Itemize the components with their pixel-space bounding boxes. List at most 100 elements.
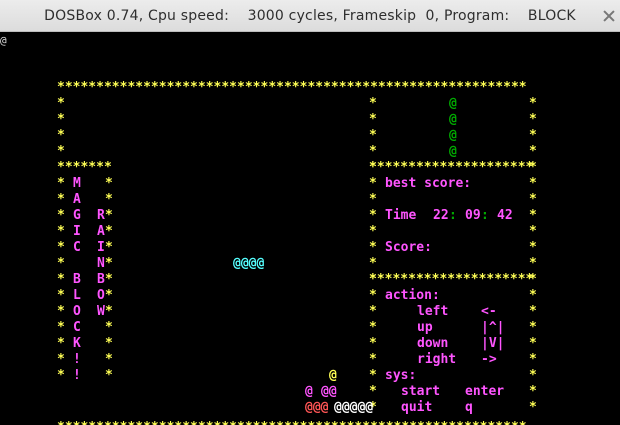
playfield-right-wall: *: [369, 336, 377, 351]
title-letter: C: [73, 240, 81, 255]
control-key: |^|: [481, 320, 505, 335]
title-panel-left: *: [57, 320, 65, 335]
title-letter: !: [73, 368, 81, 383]
close-icon[interactable]: [602, 9, 616, 23]
border-right: *: [529, 320, 537, 335]
title-panel-left: *: [57, 224, 65, 239]
control-key: ->: [481, 352, 497, 367]
stack-block: @@@@@: [334, 400, 374, 415]
playfield-right-wall: *: [369, 256, 377, 271]
playfield-right-wall: *: [369, 192, 377, 207]
control-action: down: [417, 336, 449, 351]
title-letter: W: [97, 304, 105, 319]
score-label: Score:: [385, 240, 432, 255]
title-panel-right: *: [105, 224, 113, 239]
playfield-right-wall: *: [369, 352, 377, 367]
title-letter: M: [73, 176, 81, 191]
border-right: *: [529, 208, 537, 223]
title-panel-right: *: [105, 336, 113, 351]
title-panel-left: *: [57, 288, 65, 303]
title-panel-left: *: [57, 256, 65, 271]
title-letter: R: [97, 208, 105, 223]
playfield-right-wall: *: [369, 144, 377, 159]
window-title: DOSBox 0.74, Cpu speed: 3000 cycles, Fra…: [44, 8, 576, 24]
playfield-right-wall: *: [369, 128, 377, 143]
playfield-right-wall: *: [369, 368, 377, 383]
time-hours: 22: [433, 208, 449, 223]
next-piece-block: @: [449, 96, 457, 111]
prompt-cursor: @: [0, 34, 7, 47]
title-panel-left: *: [57, 304, 65, 319]
stack-block: @@: [321, 384, 337, 399]
border-right: *: [529, 240, 537, 255]
control-key: |V|: [481, 336, 505, 351]
title-panel-right: *: [105, 208, 113, 223]
border-right: *: [529, 128, 537, 143]
title-panel-top: *******: [57, 160, 112, 175]
border-right: *: [529, 256, 537, 271]
title-panel-left: *: [57, 368, 65, 383]
falling-piece: @@@@: [233, 256, 265, 271]
border-left: *: [57, 112, 65, 127]
border-right: *: [529, 368, 537, 383]
border-right: *: [529, 304, 537, 319]
playfield-right-wall: *: [369, 304, 377, 319]
control-action: right: [417, 352, 457, 367]
border-right: *: [529, 192, 537, 207]
border-right: *: [529, 400, 537, 415]
title-letter: C: [73, 320, 81, 335]
title-panel-left: *: [57, 208, 65, 223]
title-letter: B: [73, 272, 81, 287]
time-label: Time: [385, 208, 417, 223]
title-letter: K: [73, 336, 81, 351]
title-panel-right: *: [105, 304, 113, 319]
title-panel-right: *: [105, 368, 113, 383]
best-score-label: best score:: [385, 176, 472, 191]
next-piece-block: @: [449, 112, 457, 127]
control-action: left: [417, 304, 449, 319]
playfield-right-wall: *: [369, 208, 377, 223]
title-panel-right: *: [105, 320, 113, 335]
sys-action: quit: [401, 400, 433, 415]
playfield-right-wall: *: [369, 112, 377, 127]
title-panel-right: *: [105, 272, 113, 287]
stack-block: @@@: [305, 400, 329, 415]
title-panel-left: *: [57, 352, 65, 367]
action-label: action:: [385, 288, 440, 303]
title-panel-left: *: [57, 240, 65, 255]
playfield-right-wall: *: [369, 384, 377, 399]
title-panel-left: *: [57, 336, 65, 351]
border-left: *: [57, 96, 65, 111]
window-titlebar[interactable]: DOSBox 0.74, Cpu speed: 3000 cycles, Fra…: [0, 0, 620, 32]
next-piece-block: @: [449, 128, 457, 143]
playfield-right-wall: *: [369, 240, 377, 255]
title-letter: A: [97, 224, 105, 239]
title-letter: B: [97, 272, 105, 287]
title-panel-left: *: [57, 192, 65, 207]
panel-separator: *********************: [369, 160, 534, 175]
border-right: *: [529, 352, 537, 367]
dos-screen[interactable]: @ **************************************…: [0, 33, 620, 425]
title-letter: G: [73, 208, 81, 223]
border-right: *: [529, 336, 537, 351]
time-separator: :: [481, 208, 489, 223]
title-panel-right: *: [105, 256, 113, 271]
playfield-right-wall: *: [369, 176, 377, 191]
title-letter: I: [73, 224, 81, 239]
border-right: *: [529, 224, 537, 239]
border-right: *: [529, 144, 537, 159]
title-letter: O: [97, 288, 105, 303]
border-right: *: [529, 288, 537, 303]
border-right: *: [529, 176, 537, 191]
border-left: *: [57, 128, 65, 143]
title-panel-left: *: [57, 176, 65, 191]
border-right: *: [529, 112, 537, 127]
playfield-right-wall: *: [369, 96, 377, 111]
time-seconds: 42: [497, 208, 513, 223]
title-panel-right: *: [105, 176, 113, 191]
sys-action: start: [401, 384, 441, 399]
control-action: up: [417, 320, 433, 335]
border-top: ****************************************…: [57, 80, 527, 95]
title-panel-right: *: [105, 240, 113, 255]
playfield-right-wall: *: [369, 224, 377, 239]
